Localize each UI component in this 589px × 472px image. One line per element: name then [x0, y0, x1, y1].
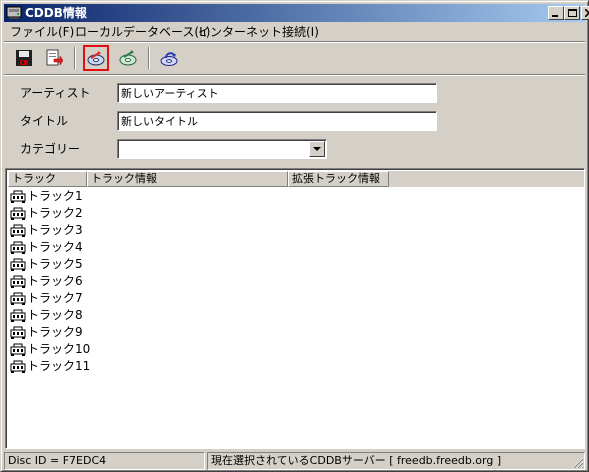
- track-name: トラック3: [27, 223, 83, 237]
- track-name: トラック10: [27, 342, 91, 356]
- track-name: トラック4: [27, 240, 83, 254]
- cd-lookup-button[interactable]: [83, 45, 109, 71]
- track-name: トラック7: [27, 291, 83, 305]
- track-list[interactable]: トラック トラック情報 拡張トラック情報 トラック1 トラック2 トラック3 トラック…: [5, 168, 585, 449]
- artist-label: アーティスト: [20, 86, 91, 100]
- cd-upload-icon: [160, 52, 178, 66]
- category-label: カテゴリー: [20, 142, 81, 156]
- cd-search-icon: [119, 50, 137, 66]
- artist-input[interactable]: [117, 83, 437, 103]
- window-title: CDDB情報: [25, 6, 87, 20]
- title-bar[interactable]: CDDB情報: [4, 4, 589, 22]
- list-header: トラック トラック情報 拡張トラック情報: [8, 171, 584, 187]
- audio-track-icon: [10, 224, 26, 237]
- column-track-info[interactable]: トラック情報: [87, 171, 288, 187]
- track-name: トラック5: [27, 257, 83, 271]
- audio-track-icon: [10, 326, 26, 339]
- audio-track-icon: [10, 207, 26, 220]
- track-name: トラック11: [27, 359, 91, 373]
- menu-bar: ファイル(F) ローカルデータベース(L) インターネット接続(I): [4, 23, 585, 41]
- track-name: トラック9: [27, 325, 83, 339]
- status-bar: Disc ID = F7EDC4 現在選択されているCDDBサーバー [ fre…: [4, 452, 585, 470]
- save-button[interactable]: [11, 45, 37, 71]
- cd-drive-icon: [6, 5, 22, 21]
- minimize-button[interactable]: [548, 6, 564, 20]
- menu-internet-connection[interactable]: インターネット接続(I): [194, 24, 323, 40]
- track-name: トラック1: [27, 189, 83, 203]
- resize-grip-icon[interactable]: [572, 457, 584, 469]
- menu-local-database[interactable]: ローカルデータベース(L): [71, 24, 214, 40]
- audio-track-icon: [10, 292, 26, 305]
- export-button[interactable]: [41, 45, 67, 71]
- audio-track-icon: [10, 360, 26, 373]
- cd-upload-button[interactable]: [156, 45, 182, 71]
- column-extended-track-info[interactable]: 拡張トラック情報: [288, 171, 389, 187]
- menu-divider: [4, 41, 585, 43]
- column-track[interactable]: トラック: [8, 171, 87, 187]
- server-status: 現在選択されているCDDBサーバー [ freedb.freedb.org ]: [207, 452, 585, 470]
- export-icon: [46, 49, 63, 66]
- toolbar-separator: [74, 47, 76, 69]
- close-icon: [585, 9, 589, 17]
- menu-file[interactable]: ファイル(F): [6, 24, 78, 40]
- track-name: トラック2: [27, 206, 83, 220]
- save-disk-icon: [16, 50, 32, 66]
- cddb-info-window: CDDB情報 ファイル(F) ローカルデータベース(L) インターネット接続(I…: [0, 0, 589, 472]
- cd-search-button[interactable]: [115, 45, 141, 71]
- audio-track-icon: [10, 309, 26, 322]
- audio-track-icon: [10, 343, 26, 356]
- title-label: タイトル: [20, 114, 69, 128]
- category-select[interactable]: [117, 139, 327, 159]
- title-input[interactable]: [117, 111, 437, 131]
- maximize-button[interactable]: [564, 6, 580, 20]
- disc-id-status: Disc ID = F7EDC4: [4, 452, 205, 470]
- chevron-down-icon: [313, 147, 321, 151]
- audio-track-icon: [10, 190, 26, 203]
- track-name: トラック6: [27, 274, 83, 288]
- toolbar-separator: [148, 47, 150, 69]
- audio-track-icon: [10, 258, 26, 271]
- audio-track-icon: [10, 241, 26, 254]
- toolbar-divider: [4, 74, 585, 76]
- maximize-icon: [568, 9, 577, 17]
- close-button[interactable]: [581, 6, 589, 20]
- track-name: トラック8: [27, 308, 83, 322]
- minimize-icon: [552, 15, 558, 17]
- category-dropdown-button[interactable]: [309, 141, 325, 157]
- audio-track-icon: [10, 275, 26, 288]
- cd-disc-icon: [87, 51, 105, 66]
